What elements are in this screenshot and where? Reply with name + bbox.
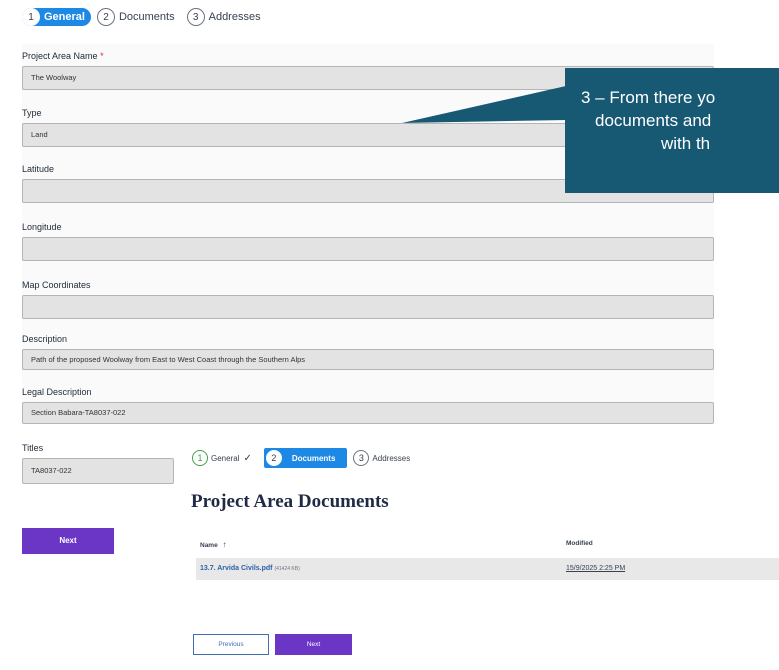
callout-box: 3 – From there yo documents and with th (565, 68, 779, 193)
callout-line-3: with th (661, 134, 711, 153)
callout-line-2: documents and (595, 111, 712, 130)
callout-line-1: 3 – From there yo (581, 88, 716, 107)
